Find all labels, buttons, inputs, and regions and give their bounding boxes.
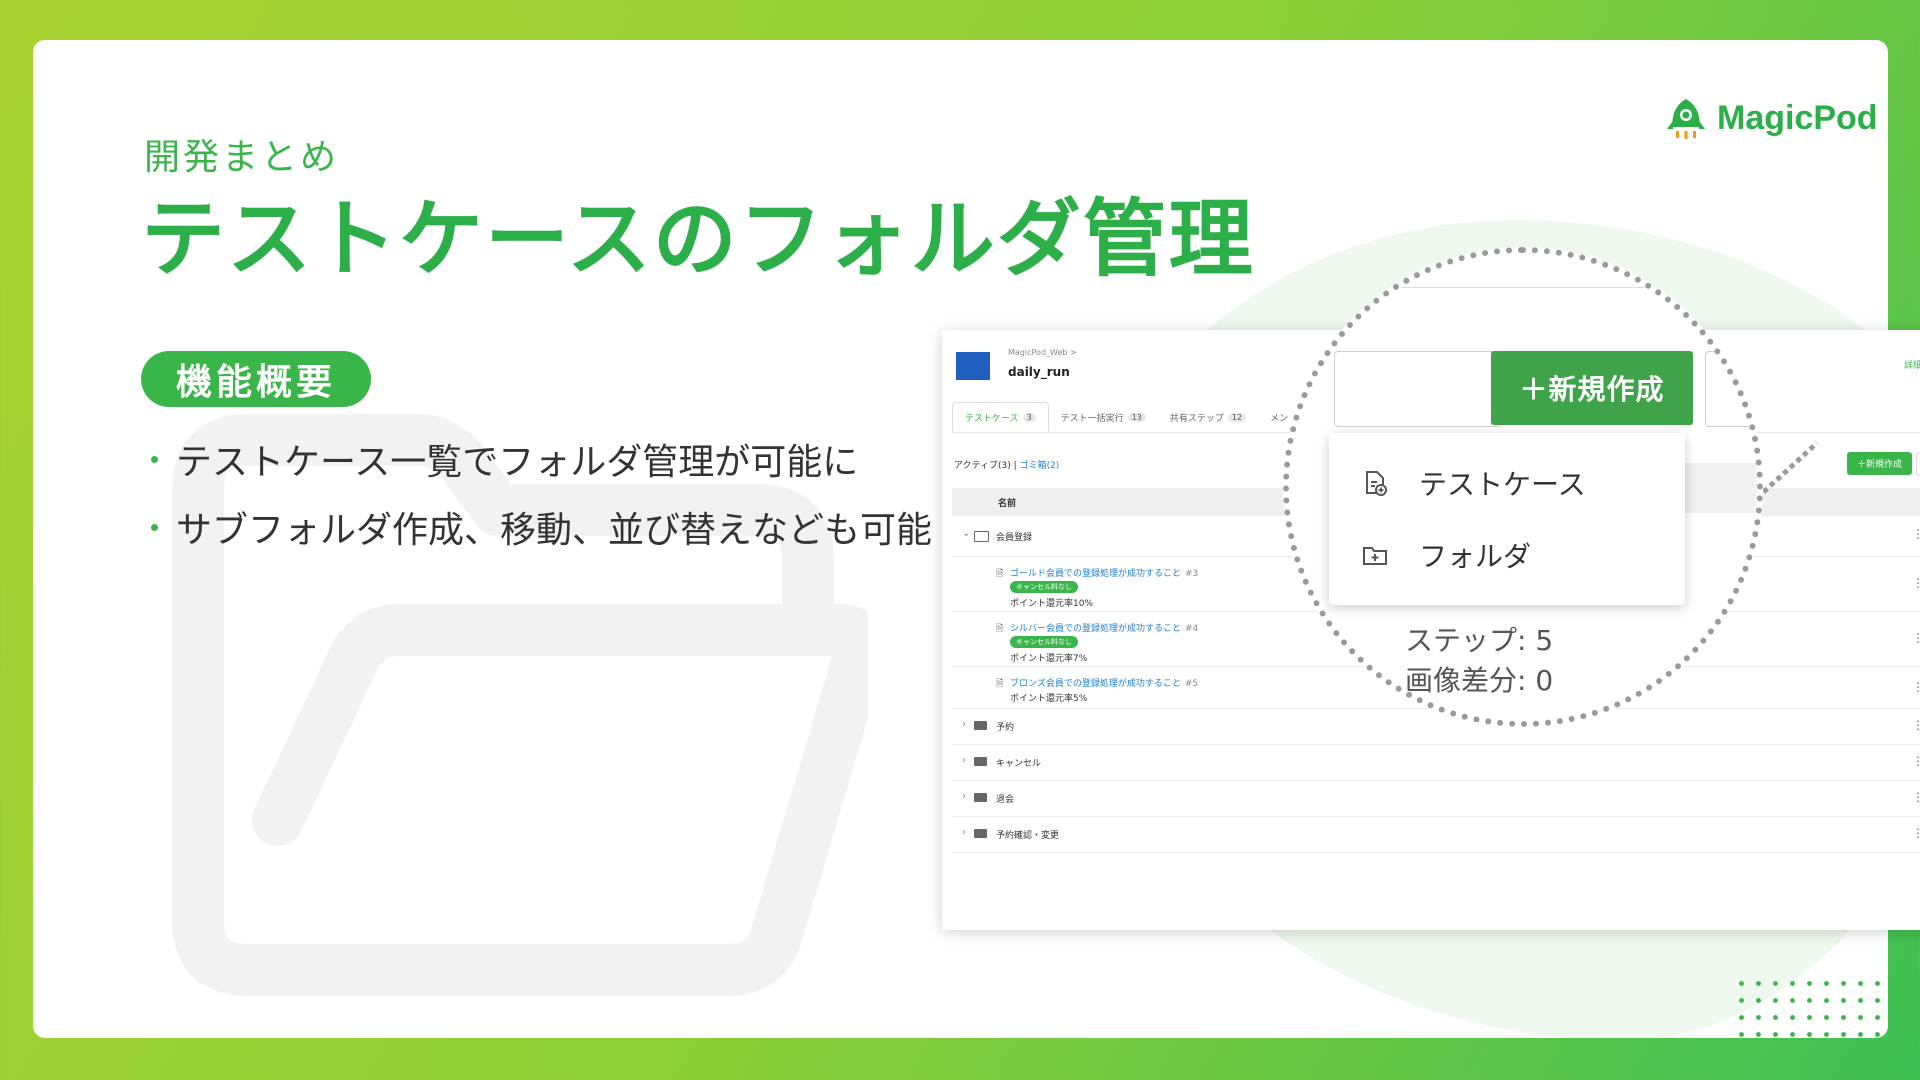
menu-item-folder[interactable]: フォルダ <box>1329 520 1685 590</box>
folder-add-icon <box>1363 547 1387 565</box>
test-case-title[interactable]: ゴールド会員での登録処理が成功すること <box>1010 569 1181 579</box>
bullet-dot <box>151 523 158 531</box>
more-menu-button[interactable] <box>1916 452 1920 476</box>
tab-batch-run[interactable]: テスト一括実行 13 <box>1049 402 1158 432</box>
chevron-right-icon[interactable]: › <box>962 719 966 730</box>
magnifier-connector <box>1757 441 1819 498</box>
row-menu-icon[interactable]: ⋮ <box>1912 631 1920 645</box>
folder-icon <box>974 793 987 802</box>
chevron-down-icon[interactable]: ⌄ <box>962 528 970 539</box>
menu-item-test-case[interactable]: テストケース <box>1329 448 1685 518</box>
chevron-right-icon[interactable]: › <box>962 755 966 766</box>
file-icon: 🗎 <box>996 624 1004 634</box>
magnified-field-top <box>1399 253 1699 288</box>
test-case-title[interactable]: ブロンズ会員での登録処理が成功すること <box>1010 679 1181 689</box>
tag-badge: キャンセル料なし <box>1010 636 1078 648</box>
folder-row[interactable]: › 予約確認・変更 ⋮ <box>952 816 1920 853</box>
feature-badge: 機能概要 <box>141 351 371 407</box>
test-case-stats: ステップ: 5 画像差分: 0 <box>1405 621 1553 701</box>
bullet-dot <box>151 455 158 463</box>
file-icon: 🗎 <box>996 569 1004 579</box>
row-menu-icon[interactable]: ⋮ <box>1912 826 1920 840</box>
bullet-item: サブフォルダ作成、移動、並び替えなども可能 <box>151 493 932 561</box>
dot-pattern <box>1733 975 1888 1038</box>
bullet-text: テストケース一覧でフォルダ管理が可能に <box>176 442 859 483</box>
steps-count: ステップ: 5 <box>1405 624 1554 657</box>
magicpod-logo: MagicPod <box>1663 95 1878 141</box>
breadcrumb[interactable]: MagicPod_Web > <box>1008 348 1077 357</box>
row-menu-icon[interactable]: ⋮ <box>1912 576 1920 590</box>
folder-icon <box>974 757 987 766</box>
bullet-item: テストケース一覧でフォルダ管理が可能に <box>151 425 932 493</box>
row-menu-icon[interactable]: ⋮ <box>1912 790 1920 804</box>
folder-row[interactable]: › キャンセル ⋮ <box>952 744 1920 781</box>
logo-text: MagicPod <box>1717 98 1878 137</box>
detail-link[interactable]: 詳細 <box>1904 358 1920 371</box>
magnifier-callout: ＋新規作成 テストケース フォルダ ステップ: 5 画像差分: 0 <box>1283 247 1763 727</box>
image-diff-count: 画像差分: 0 <box>1405 664 1554 697</box>
tag-badge: キャンセル料なし <box>1010 581 1078 593</box>
folder-open-icon <box>974 531 989 542</box>
project-name: daily_run <box>1008 365 1070 379</box>
file-add-icon <box>1366 471 1387 496</box>
filter-active[interactable]: アクティブ(3) <box>954 461 1011 471</box>
slide-title: テストケースのフォルダ管理 <box>141 190 1255 288</box>
test-case-title[interactable]: シルバー会員での登録処理が成功すること <box>1010 624 1181 634</box>
row-menu-icon[interactable]: ⋮ <box>1912 754 1920 768</box>
filter-trash[interactable]: ゴミ箱(2) <box>1020 461 1060 471</box>
row-menu-icon[interactable]: ⋮ <box>1912 718 1920 732</box>
row-menu-icon[interactable]: ⋮ <box>1912 527 1920 541</box>
filter-bar: アクティブ(3) | ゴミ箱(2) <box>954 461 1060 471</box>
folder-icon <box>974 829 987 838</box>
row-menu-icon[interactable]: ⋮ <box>1912 680 1920 694</box>
chevron-right-icon[interactable]: › <box>962 791 966 802</box>
bullet-text: サブフォルダ作成、移動、並び替えなども可能 <box>176 510 933 551</box>
tab-test-cases[interactable]: テストケース 3 <box>952 402 1049 432</box>
file-icon: 🗎 <box>996 679 1004 689</box>
magnified-search-field[interactable] <box>1334 351 1501 427</box>
folder-row[interactable]: › 予約 ⋮ <box>952 708 1920 745</box>
new-create-button[interactable]: ＋新規作成 <box>1491 351 1693 425</box>
chevron-right-icon[interactable]: › <box>962 827 966 838</box>
new-create-dropdown: テストケース フォルダ <box>1329 433 1685 605</box>
magnified-more-button[interactable] <box>1705 351 1757 427</box>
tab-shared-steps[interactable]: 共有ステップ 12 <box>1158 402 1258 432</box>
folder-icon <box>974 721 987 730</box>
project-logo <box>956 352 990 380</box>
rocket-icon <box>1667 99 1705 139</box>
folder-row[interactable]: › 退会 ⋮ <box>952 780 1920 817</box>
bullet-list: テストケース一覧でフォルダ管理が可能に サブフォルダ作成、移動、並び替えなども可… <box>151 425 932 561</box>
